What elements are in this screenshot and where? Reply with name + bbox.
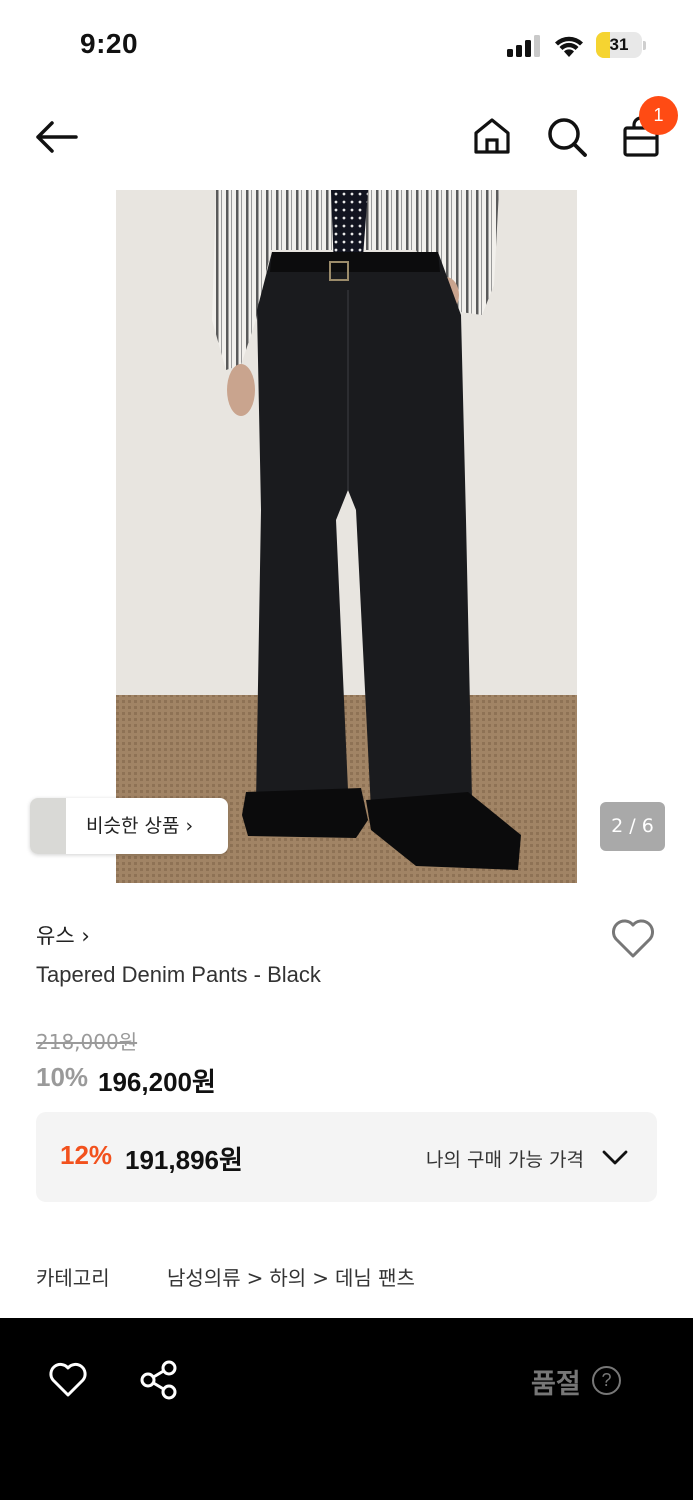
top-navigation bbox=[0, 92, 693, 182]
home-icon[interactable] bbox=[472, 116, 512, 156]
breadcrumb-item-bottoms[interactable]: 하의 bbox=[269, 1266, 306, 1290]
breadcrumb-separator: > bbox=[312, 1266, 329, 1290]
share-icon[interactable] bbox=[140, 1360, 178, 1400]
battery-indicator: 31 bbox=[596, 32, 646, 58]
product-title: Tapered Denim Pants - Black bbox=[36, 962, 321, 987]
original-price: 218,000원 bbox=[36, 1030, 138, 1054]
sale-price: 196,200원 bbox=[98, 1067, 216, 1097]
help-icon[interactable]: ? bbox=[592, 1366, 621, 1395]
product-photo bbox=[116, 190, 577, 883]
similar-product-thumbnail bbox=[30, 798, 66, 854]
search-icon[interactable] bbox=[546, 116, 588, 158]
breadcrumb-item-denim-pants[interactable]: 데님 팬츠 bbox=[335, 1266, 415, 1290]
similar-products-label: 비슷한 상품 › bbox=[86, 815, 194, 837]
breadcrumb-separator: > bbox=[246, 1266, 264, 1290]
similar-products-button[interactable]: 비슷한 상품 › bbox=[30, 798, 228, 854]
status-time: 9:20 bbox=[80, 28, 139, 59]
back-arrow-icon[interactable] bbox=[34, 117, 78, 157]
member-price-dropdown[interactable]: 12% 191,896원 나의 구매 가능 가격 bbox=[36, 1112, 657, 1202]
sold-out-label: 품절 bbox=[531, 1369, 581, 1400]
status-bar: 9:20 31 bbox=[0, 0, 693, 92]
category-breadcrumb: 남성의류 > 하의 > 데님 팬츠 bbox=[167, 1262, 415, 1291]
chevron-down-icon bbox=[602, 1150, 628, 1165]
category-label: 카테고리 bbox=[36, 1266, 110, 1290]
heart-icon[interactable] bbox=[48, 1362, 88, 1398]
cart-count-badge: 1 bbox=[639, 96, 678, 135]
breadcrumb-item-mens-clothing[interactable]: 남성의류 bbox=[167, 1266, 241, 1290]
product-image[interactable] bbox=[116, 190, 577, 883]
battery-level-text: 31 bbox=[609, 35, 629, 54]
image-page-counter: 2 / 6 bbox=[600, 802, 665, 851]
member-discount-rate: 12% bbox=[60, 1140, 113, 1170]
heart-icon[interactable] bbox=[610, 918, 656, 960]
member-price-label: 나의 구매 가능 가격 bbox=[426, 1149, 584, 1171]
member-price: 191,896원 bbox=[125, 1145, 243, 1175]
discount-rate: 10% bbox=[36, 1062, 89, 1092]
brand-link[interactable]: 유스 › bbox=[36, 920, 90, 950]
wifi-icon bbox=[555, 36, 583, 57]
signal-icon bbox=[507, 35, 540, 57]
bottom-action-bar: 품절 ? bbox=[0, 1318, 693, 1500]
